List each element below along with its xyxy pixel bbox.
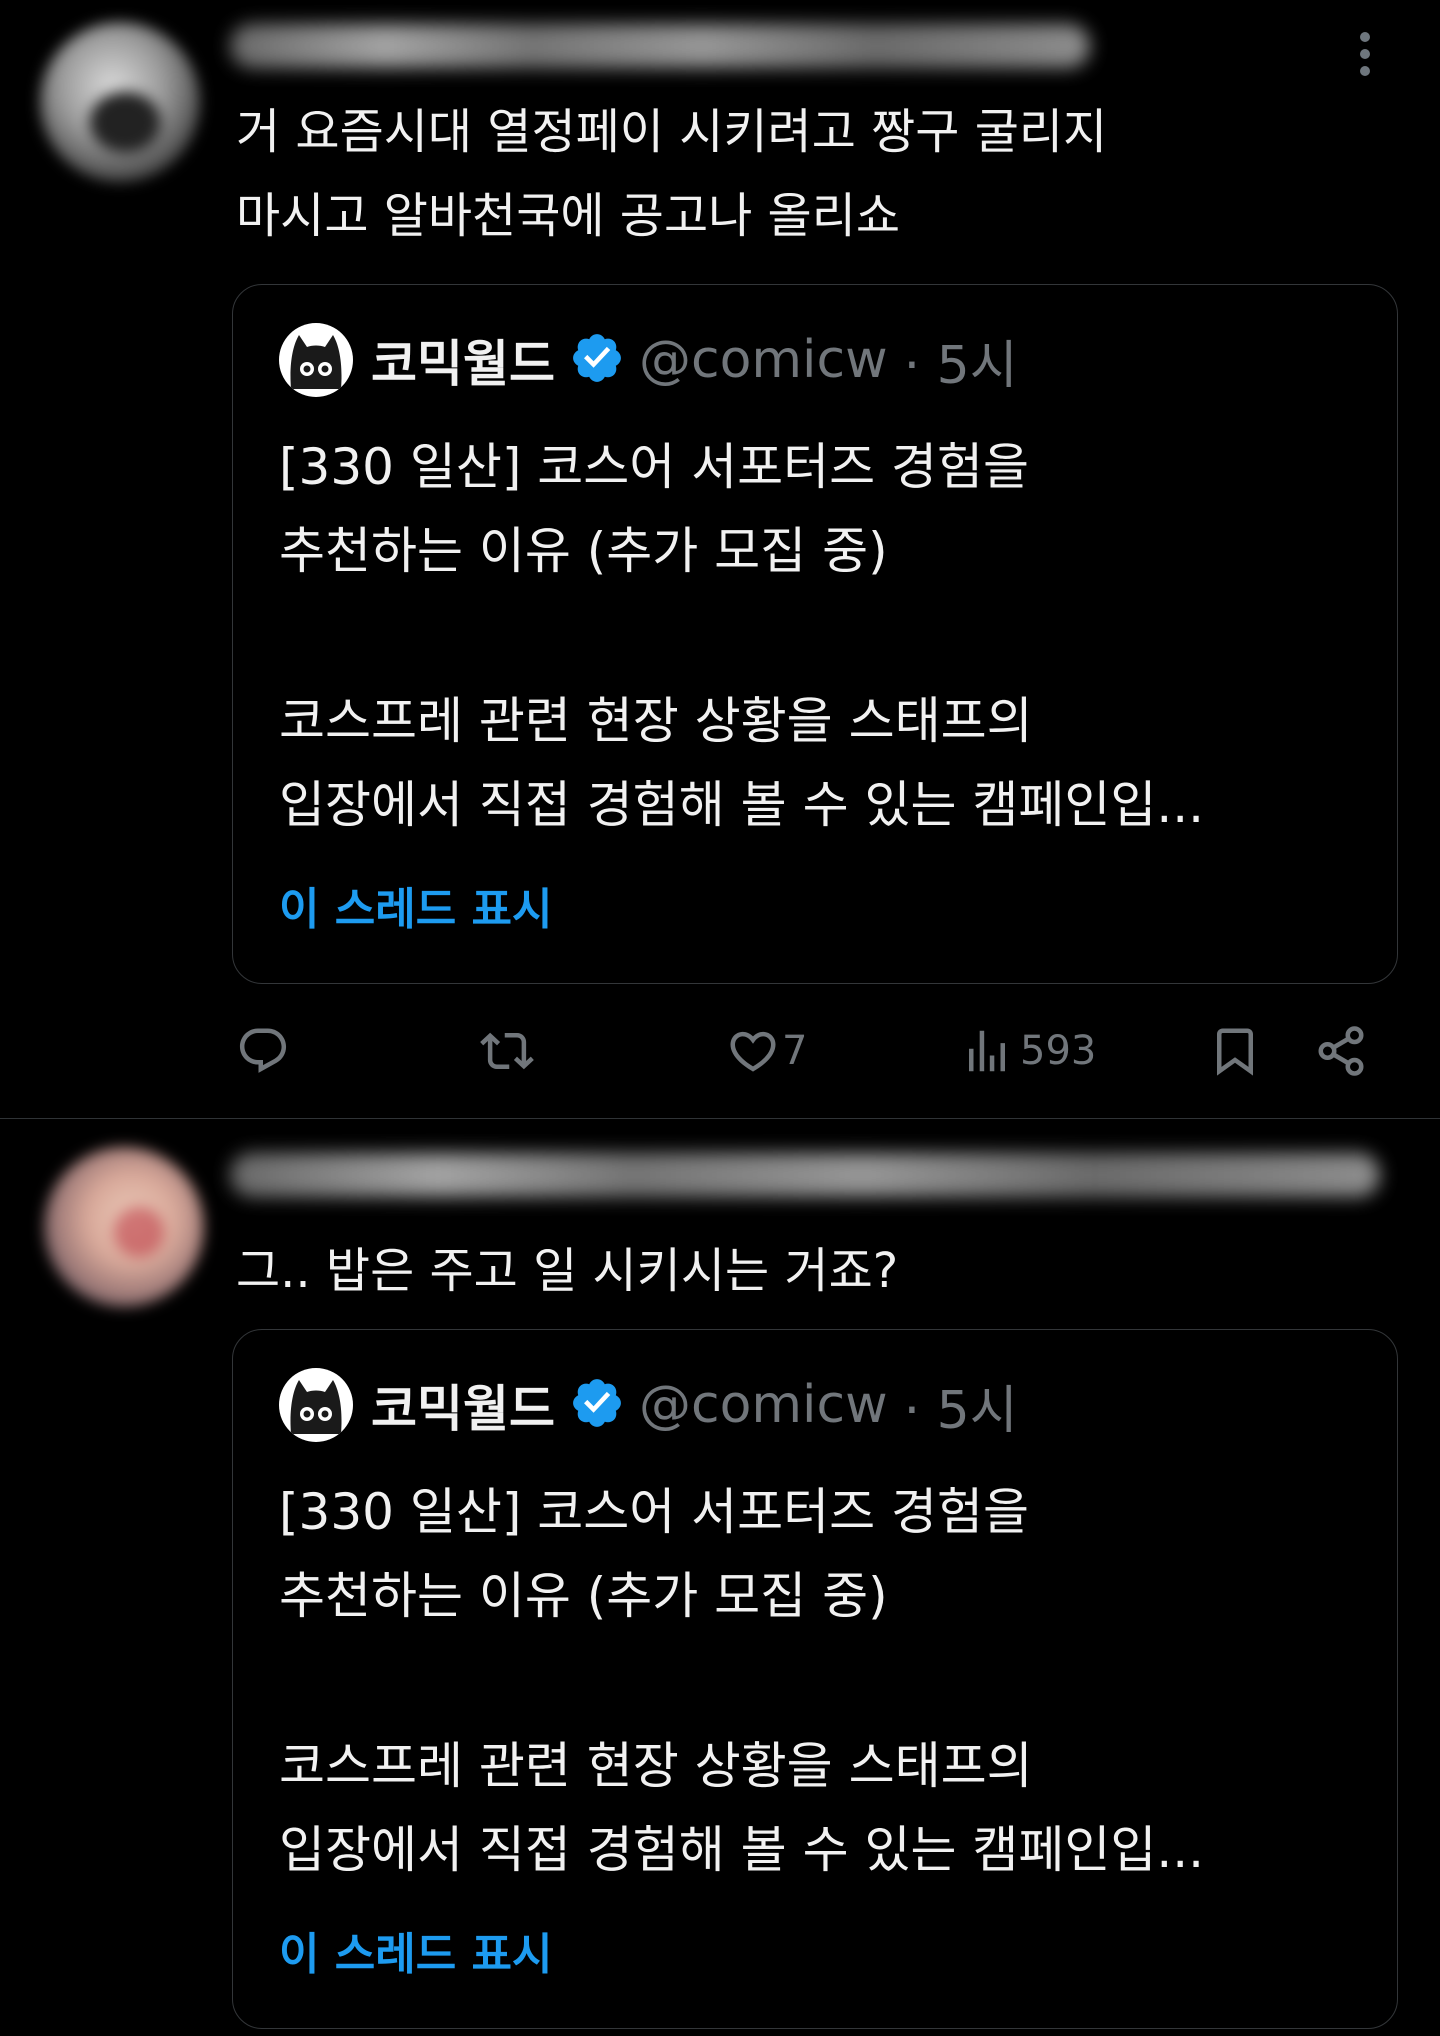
quoted-author-name[interactable]: 코믹월드 — [371, 1369, 555, 1441]
share-icon — [1318, 1026, 1364, 1076]
quoted-timestamp[interactable]: · 5시 — [904, 1368, 1018, 1443]
view-count: 593 — [1020, 1028, 1097, 1074]
views-button[interactable]: 593 — [960, 1016, 1096, 1086]
more-options-icon[interactable] — [1358, 32, 1372, 80]
reply-post-2[interactable]: 그.. 밥은 주고 일 시키시는 거죠? 코믹월드 @comicw · 5시 [… — [0, 1119, 1440, 2036]
avatar[interactable] — [40, 22, 200, 182]
author-name-blurred[interactable] — [230, 24, 1090, 68]
quoted-tweet-header: 코믹월드 @comicw · 5시 — [279, 323, 1018, 398]
bookmark-icon — [1217, 1028, 1253, 1076]
quoted-tweet[interactable]: 코믹월드 @comicw · 5시 [330 일산] 코스어 서포터즈 경험을 … — [232, 284, 1398, 984]
like-icon — [730, 1031, 776, 1072]
quoted-tweet[interactable]: 코믹월드 @comicw · 5시 [330 일산] 코스어 서포터즈 경험을 … — [232, 1329, 1398, 2029]
reply-icon — [239, 1028, 287, 1073]
author-name-blurred[interactable] — [230, 1153, 1380, 1197]
quoted-timestamp[interactable]: · 5시 — [904, 323, 1018, 398]
retweet-button[interactable] — [480, 1016, 534, 1086]
like-button[interactable]: 7 — [726, 1016, 807, 1086]
show-thread-link[interactable]: 이 스레드 표시 — [279, 873, 553, 937]
quoted-handle[interactable]: @comicw — [639, 330, 888, 390]
quoted-text-title: [330 일산] 코스어 서포터즈 경험을 추천하는 이유 (추가 모집 중) — [279, 1483, 1030, 1625]
share-button[interactable] — [1314, 1016, 1368, 1086]
quoted-avatar[interactable] — [279, 1368, 353, 1442]
reply-text: 그.. 밥은 주고 일 시키시는 거죠? — [236, 1243, 899, 1299]
quoted-text-body: 코스프레 관련 현장 상황을 스태프의 입장에서 직접 경험해 볼 수 있는 캠… — [279, 692, 1205, 834]
reply-post-1[interactable]: 거 요즘시대 열정페이 시키려고 짱구 굴리지 마시고 알바천국에 공고나 올리… — [0, 0, 1440, 1118]
quoted-avatar[interactable] — [279, 323, 353, 397]
quoted-text-body: 코스프레 관련 현장 상황을 스태프의 입장에서 직접 경험해 볼 수 있는 캠… — [279, 1737, 1205, 1879]
verified-badge-icon — [569, 1375, 625, 1435]
bookmark-button[interactable] — [1208, 1016, 1262, 1086]
quoted-author-name[interactable]: 코믹월드 — [371, 324, 555, 396]
avatar[interactable] — [44, 1147, 204, 1307]
views-icon — [969, 1030, 1005, 1072]
quoted-handle[interactable]: @comicw — [639, 1375, 888, 1435]
verified-badge-icon — [569, 330, 625, 390]
reply-button[interactable] — [236, 1016, 290, 1086]
action-bar: 7 593 — [0, 1016, 1440, 1086]
reply-text: 거 요즘시대 열정페이 시키려고 짱구 굴리지 마시고 알바천국에 공고나 올리… — [236, 104, 1108, 244]
quoted-text-title: [330 일산] 코스어 서포터즈 경험을 추천하는 이유 (추가 모집 중) — [279, 438, 1030, 580]
show-thread-link[interactable]: 이 스레드 표시 — [279, 1918, 553, 1982]
retweet-icon — [480, 1032, 534, 1070]
quoted-tweet-header: 코믹월드 @comicw · 5시 — [279, 1368, 1018, 1443]
like-count: 7 — [782, 1028, 808, 1074]
